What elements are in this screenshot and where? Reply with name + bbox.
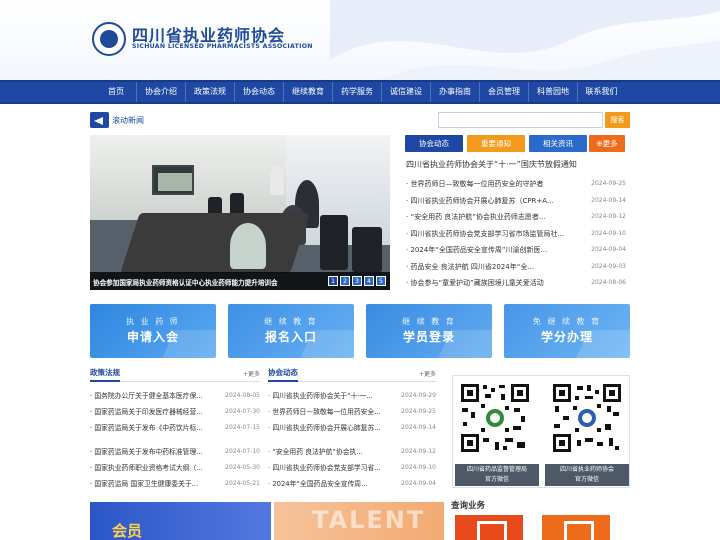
education-signup-banner[interactable]: 继 续 教 育 报名入口	[228, 304, 354, 358]
site-header: 四川省执业药师协会 SICHUAN LICENSED PHARMACISTS A…	[0, 0, 720, 80]
list-item[interactable]: · 协会参与“童爱护动”藏族困境儿童关爱活动 2024-08-06	[406, 275, 630, 292]
nav-policy[interactable]: 政策法规	[186, 82, 235, 102]
more-label: 更多	[602, 139, 618, 148]
qr-caption-association: 四川省执业药师协会 官方微信	[545, 464, 629, 486]
list-item[interactable]: · 国家药监局关于发布中药标准管理... 2024-07-10	[90, 444, 260, 460]
dynamics-list: · 四川省执业药师协会关于“十·一... 2024-09-29 · 世界药师日—致…	[268, 388, 436, 492]
list-item[interactable]: · 国务院办公厅关于健全基本医疗保... 2024-08-05	[90, 388, 260, 404]
list-item[interactable]: · 国家药监局 国家卫生健康委关于... 2024-05-21	[90, 476, 260, 492]
slide-page-5[interactable]: 5	[376, 276, 386, 286]
policy-section-title: 政策法规	[90, 367, 120, 382]
nav-guide[interactable]: 办事指南	[431, 82, 480, 102]
nav-science[interactable]: 科普园地	[529, 82, 578, 102]
query-button-2[interactable]	[542, 515, 610, 540]
news-slideshow[interactable]: 协会参加国家局执业药师资格认证中心执业药师能力提升培训会 1 2 3 4 5	[90, 135, 390, 290]
headline-link[interactable]: 四川省执业药师协会关于“十·一”国庆节放假通知	[406, 159, 577, 170]
list-item[interactable]: · 四川省执业药师协会党支部学习省市场监管局社... 2024-09-10	[406, 226, 630, 243]
nav-home[interactable]: 首页	[96, 82, 137, 102]
tv-screen-image	[152, 165, 194, 195]
qr-code-image	[459, 382, 531, 454]
slideshow-pager: 1 2 3 4 5	[328, 276, 386, 286]
ticker-label: 滚动新闻	[112, 116, 144, 125]
slide-page-4[interactable]: 4	[364, 276, 374, 286]
news-list: · 世界药师日—致敬每一位用药安全的守护者 2024-09-25 · 四川省执业药…	[406, 176, 630, 292]
slide-page-2[interactable]: 2	[340, 276, 350, 286]
list-item[interactable]: · 国家药监局关于印发医疗器械经营... 2024-07-30	[90, 404, 260, 420]
association-logo[interactable]	[92, 22, 126, 56]
list-item[interactable]: · 国家执业药师职业资格考试大纲（... 2024-05-30	[90, 460, 260, 476]
dynamics-section-header: 协会动态 +更多	[268, 366, 436, 382]
more-button[interactable]: ⊕更多	[589, 135, 625, 152]
dynamics-more-link[interactable]: +更多	[419, 369, 436, 378]
nav-pharmacy-service[interactable]: 药学服务	[333, 82, 382, 102]
search-input[interactable]	[438, 112, 603, 128]
dynamics-section-title: 协会动态	[268, 367, 298, 382]
main-nav: 首页 协会介绍 政策法规 协会动态 继续教育 药学服务 诚信建设 办事指南 会员…	[0, 80, 720, 104]
ticker-bar: 滚动新闻 搜索	[90, 112, 630, 130]
list-item[interactable]: · 世界药师日—致敬每一位用药安全的守护者 2024-09-25	[406, 176, 630, 193]
tab-related-info[interactable]: 相关资讯	[529, 135, 587, 152]
tab-notices[interactable]: 重要通知	[467, 135, 525, 152]
qr-code-panel: 四川省药品监督管理局 官方微信 四川省执业药师协会 官方微信	[452, 375, 630, 488]
slide-page-1[interactable]: 1	[328, 276, 338, 286]
nav-education[interactable]: 继续教育	[284, 82, 333, 102]
nav-about[interactable]: 协会介绍	[137, 82, 186, 102]
list-item[interactable]: · 四川省执业药师协会开展心肺复苏... 2024-09-14	[268, 420, 436, 436]
list-item[interactable]: · 四川省执业药师协会开展心肺复苏（CPR+A... 2024-09-14	[406, 193, 630, 210]
list-item[interactable]: · 四川省执业药师协会关于“十·一... 2024-09-29	[268, 388, 436, 404]
nav-contact[interactable]: 联系我们	[578, 82, 625, 102]
slideshow-caption[interactable]: 协会参加国家局执业药师资格认证中心执业药师能力提升培训会	[93, 277, 278, 287]
search-button[interactable]: 搜索	[605, 112, 630, 128]
qr-caption-regulator: 四川省药品监督管理局 官方微信	[455, 464, 539, 486]
query-button-1[interactable]	[455, 515, 523, 540]
nav-news[interactable]: 协会动态	[235, 82, 284, 102]
talent-banner[interactable]: TALENT	[274, 502, 444, 540]
list-item[interactable]: · 国家药监局关于发布《中药饮片标... 2024-07-15	[90, 420, 260, 436]
nav-membership[interactable]: 会员管理	[480, 82, 529, 102]
list-item[interactable]: · 世界药师日—致敬每一位用药安全... 2024-09-25	[268, 404, 436, 420]
policy-more-link[interactable]: +更多	[243, 369, 260, 378]
header-wave-decoration	[330, 0, 720, 80]
credit-processing-banner[interactable]: 免 继 续 教 育 学分办理	[504, 304, 630, 358]
member-banner[interactable]: 会员	[90, 502, 271, 540]
site-title-en: SICHUAN LICENSED PHARMACISTS ASSOCIATION	[132, 43, 313, 50]
policy-section-header: 政策法规 +更多	[90, 366, 260, 382]
student-login-banner[interactable]: 继 续 教 育 学员登录	[366, 304, 492, 358]
list-item[interactable]: · 四川省执业药师协会党支部学习省... 2024-09-10	[268, 460, 436, 476]
list-item[interactable]: · 2024年“全国药品安全宣传周... 2024-09-04	[268, 476, 436, 492]
list-item[interactable]: · “安全用药 良法护航”协会执... 2024-09-12	[268, 444, 436, 460]
slide-page-3[interactable]: 3	[352, 276, 362, 286]
list-item[interactable]: · 2024年“全国药品安全宣传周”川渝创新医... 2024-09-04	[406, 242, 630, 259]
apply-membership-banner[interactable]: 执 业 药 师 申请入会	[90, 304, 216, 358]
megaphone-icon	[90, 112, 109, 128]
nav-integrity[interactable]: 诚信建设	[382, 82, 431, 102]
list-item[interactable]: · 药品安全 良法护航 四川省2024年“全... 2024-09-03	[406, 259, 630, 276]
news-tabs: 协会动态 重要通知 相关资讯 ⊕更多	[405, 135, 630, 152]
qr-code-image	[551, 382, 623, 454]
tab-association-news[interactable]: 协会动态	[405, 135, 463, 152]
list-item[interactable]: · “安全用药 良法护航”协会执业药师志愿者... 2024-09-12	[406, 209, 630, 226]
policy-list: · 国务院办公厅关于健全基本医疗保... 2024-08-05 · 国家药监局关于…	[90, 388, 260, 492]
query-section-title: 查询业务	[451, 501, 486, 511]
